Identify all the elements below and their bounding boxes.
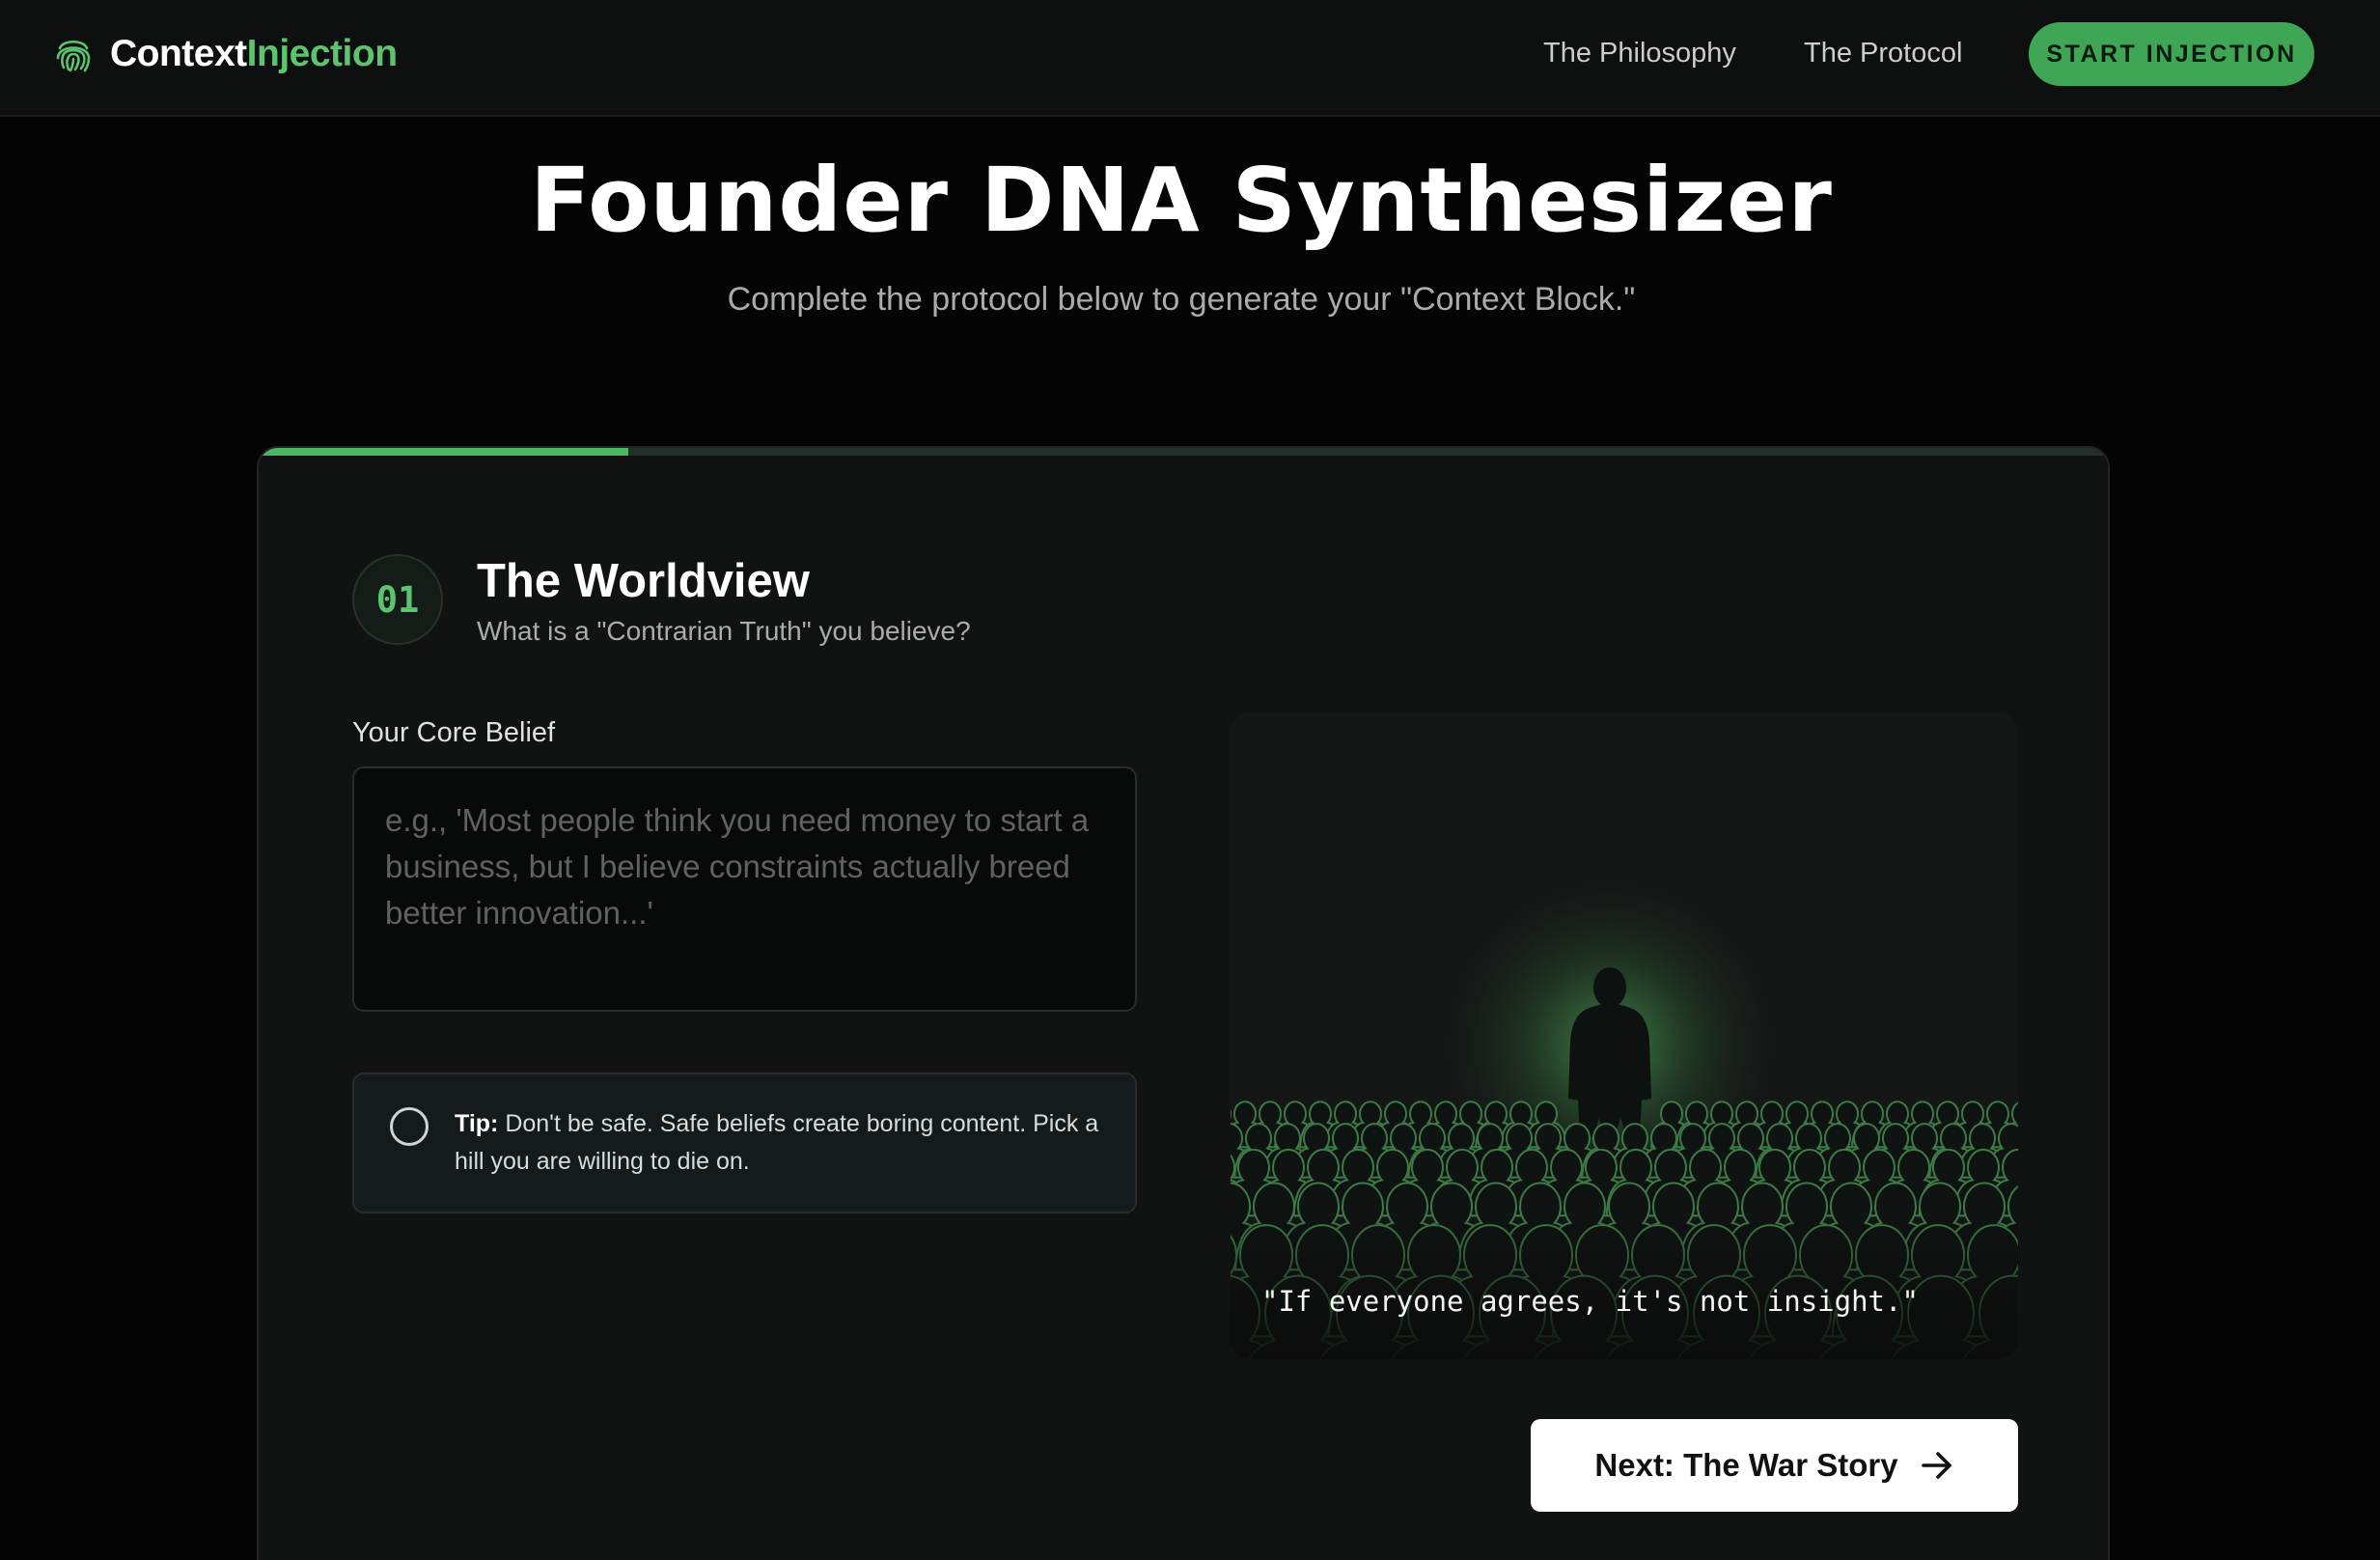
brand-name-prefix: Context bbox=[110, 33, 247, 74]
next-step-button[interactable]: Next: The War Story bbox=[1531, 1419, 2018, 1512]
crowd-illustration: "If everyone agrees, it's not insight." bbox=[1231, 712, 2018, 1359]
step-title: The Worldview bbox=[477, 555, 810, 607]
next-step-label: Next: The War Story bbox=[1594, 1447, 1898, 1483]
top-nav: ContextInjection The Philosophy The Prot… bbox=[0, 0, 2380, 117]
arrow-right-icon bbox=[1921, 1452, 1951, 1479]
step-question: What is a "Contrarian Truth" you believe… bbox=[477, 616, 971, 646]
brand-logo[interactable]: ContextInjection bbox=[54, 29, 398, 79]
tip-text: Tip: Don't be safe. Safe beliefs create … bbox=[455, 1105, 1111, 1181]
tip-label: Tip: bbox=[455, 1110, 499, 1137]
fingerprint-icon bbox=[56, 40, 91, 72]
tip-box: Tip: Don't be safe. Safe beliefs create … bbox=[352, 1072, 1137, 1213]
brand-name-suffix: Injection bbox=[246, 33, 398, 74]
start-injection-button[interactable]: START INJECTION bbox=[2029, 22, 2314, 86]
nav-link-protocol[interactable]: The Protocol bbox=[1804, 35, 1962, 71]
page-subtitle: Complete the protocol below to generate … bbox=[727, 281, 1636, 318]
step-number-badge: 01 bbox=[352, 554, 443, 645]
page-title: Founder DNA Synthesizer bbox=[530, 149, 1833, 252]
progress-bar bbox=[259, 448, 2108, 456]
circle-icon bbox=[390, 1107, 429, 1146]
tip-body: Don't be safe. Safe beliefs create borin… bbox=[455, 1110, 1099, 1175]
crowd-silhouette-image bbox=[1231, 712, 2018, 1359]
core-belief-label: Your Core Belief bbox=[352, 717, 556, 748]
brand-name: ContextInjection bbox=[110, 33, 398, 75]
protocol-card: 01 The Worldview What is a "Contrarian T… bbox=[257, 446, 2110, 1560]
progress-bar-fill bbox=[259, 448, 629, 456]
insight-quote: "If everyone agrees, it's not insight." bbox=[1261, 1285, 1919, 1318]
nav-link-philosophy[interactable]: The Philosophy bbox=[1543, 35, 1736, 71]
core-belief-input[interactable] bbox=[352, 766, 1137, 1012]
